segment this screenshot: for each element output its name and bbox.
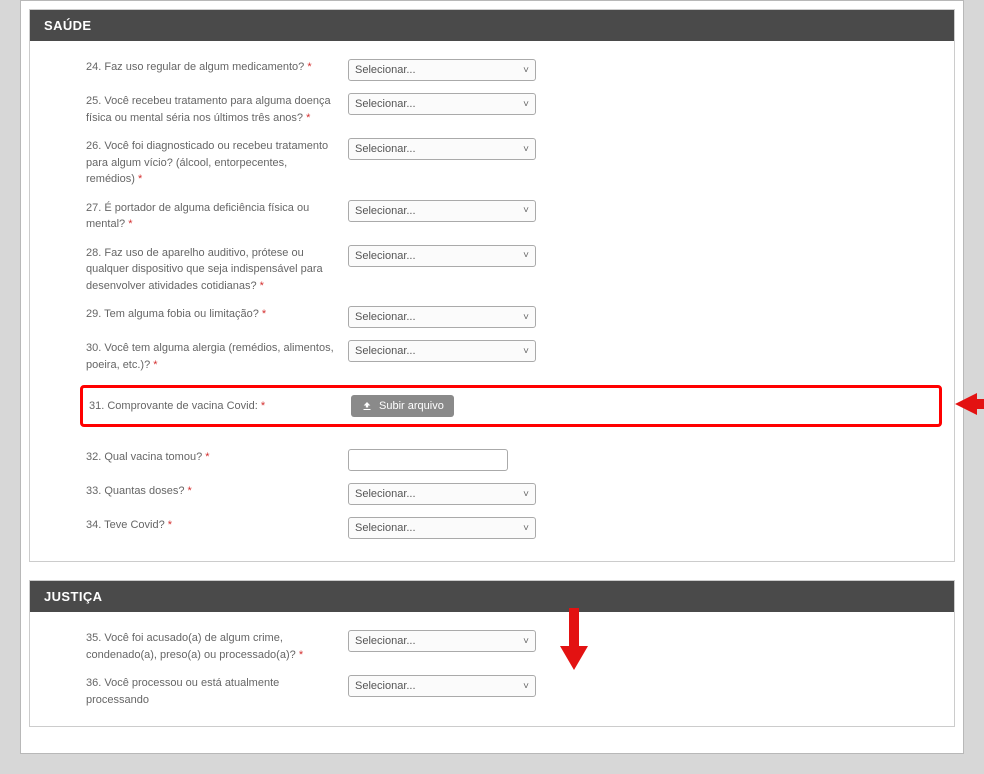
label-q30: 30. Você tem alguma alergia (remédios, a… bbox=[86, 340, 348, 373]
section-body-justica: 35. Você foi acusado(a) de algum crime, … bbox=[30, 612, 954, 726]
label-q29: 29. Tem alguma fobia ou limitação? * bbox=[86, 306, 348, 323]
page-wrapper: SAÚDE 24. Faz uso regular de algum medic… bbox=[0, 0, 984, 774]
label-q35: 35. Você foi acusado(a) de algum crime, … bbox=[86, 630, 348, 663]
row-q24: 24. Faz uso regular de algum medicamento… bbox=[86, 59, 936, 81]
label-q34: 34. Teve Covid? * bbox=[86, 517, 348, 534]
row-q30: 30. Você tem alguma alergia (remédios, a… bbox=[86, 340, 936, 373]
chevron-down-icon: ˅ bbox=[523, 250, 529, 261]
arrow-annotation-bottom bbox=[560, 608, 588, 670]
select-q29[interactable]: Selecionar...˅ bbox=[348, 306, 536, 328]
section-justica: JUSTIÇA 35. Você foi acusado(a) de algum… bbox=[29, 580, 955, 727]
chevron-down-icon: ˅ bbox=[523, 312, 529, 323]
select-q35[interactable]: Selecionar...˅ bbox=[348, 630, 536, 652]
select-q24[interactable]: Selecionar...˅ bbox=[348, 59, 536, 81]
outer-panel: SAÚDE 24. Faz uso regular de algum medic… bbox=[20, 0, 964, 754]
row-q27: 27. É portador de alguma deficiência fís… bbox=[86, 200, 936, 233]
select-q33[interactable]: Selecionar...˅ bbox=[348, 483, 536, 505]
label-q32: 32. Qual vacina tomou? * bbox=[86, 449, 348, 466]
row-q29: 29. Tem alguma fobia ou limitação? * Sel… bbox=[86, 306, 936, 328]
section-saude: SAÚDE 24. Faz uso regular de algum medic… bbox=[29, 9, 955, 562]
label-q27: 27. É portador de alguma deficiência fís… bbox=[86, 200, 348, 233]
row-q35: 35. Você foi acusado(a) de algum crime, … bbox=[86, 630, 936, 663]
row-q28: 28. Faz uso de aparelho auditivo, prótes… bbox=[86, 245, 936, 295]
row-q34: 34. Teve Covid? * Selecionar...˅ bbox=[86, 517, 936, 539]
select-q27[interactable]: Selecionar...˅ bbox=[348, 200, 536, 222]
chevron-down-icon: ˅ bbox=[523, 65, 529, 76]
select-q26[interactable]: Selecionar...˅ bbox=[348, 138, 536, 160]
row-q33: 33. Quantas doses? * Selecionar...˅ bbox=[86, 483, 936, 505]
upload-icon bbox=[361, 400, 373, 412]
upload-button-q31[interactable]: Subir arquivo bbox=[351, 395, 454, 417]
chevron-down-icon: ˅ bbox=[523, 346, 529, 357]
label-q24: 24. Faz uso regular de algum medicamento… bbox=[86, 59, 348, 76]
label-q28: 28. Faz uso de aparelho auditivo, prótes… bbox=[86, 245, 348, 295]
label-q26: 26. Você foi diagnosticado ou recebeu tr… bbox=[86, 138, 348, 188]
row-q25: 25. Você recebeu tratamento para alguma … bbox=[86, 93, 936, 126]
chevron-down-icon: ˅ bbox=[523, 489, 529, 500]
chevron-down-icon: ˅ bbox=[523, 681, 529, 692]
section-body-saude: 24. Faz uso regular de algum medicamento… bbox=[30, 41, 954, 561]
select-q36[interactable]: Selecionar...˅ bbox=[348, 675, 536, 697]
section-header-saude: SAÚDE bbox=[30, 10, 954, 41]
label-q36: 36. Você processou ou está atualmente pr… bbox=[86, 675, 348, 708]
row-q36: 36. Você processou ou está atualmente pr… bbox=[86, 675, 936, 708]
chevron-down-icon: ˅ bbox=[523, 99, 529, 110]
row-q26: 26. Você foi diagnosticado ou recebeu tr… bbox=[86, 138, 936, 188]
select-q30[interactable]: Selecionar...˅ bbox=[348, 340, 536, 362]
row-q32: 32. Qual vacina tomou? * bbox=[86, 449, 936, 471]
label-q31: 31. Comprovante de vacina Covid: * bbox=[89, 398, 351, 415]
chevron-down-icon: ˅ bbox=[523, 205, 529, 216]
label-q25: 25. Você recebeu tratamento para alguma … bbox=[86, 93, 348, 126]
row-q31: 31. Comprovante de vacina Covid: * Subir… bbox=[80, 385, 942, 427]
section-header-justica: JUSTIÇA bbox=[30, 581, 954, 612]
arrow-annotation-q31 bbox=[955, 390, 984, 418]
label-q33: 33. Quantas doses? * bbox=[86, 483, 348, 500]
select-q34[interactable]: Selecionar...˅ bbox=[348, 517, 536, 539]
select-q25[interactable]: Selecionar...˅ bbox=[348, 93, 536, 115]
chevron-down-icon: ˅ bbox=[523, 523, 529, 534]
select-q28[interactable]: Selecionar...˅ bbox=[348, 245, 536, 267]
chevron-down-icon: ˅ bbox=[523, 144, 529, 155]
chevron-down-icon: ˅ bbox=[523, 636, 529, 647]
input-q32[interactable] bbox=[348, 449, 508, 471]
